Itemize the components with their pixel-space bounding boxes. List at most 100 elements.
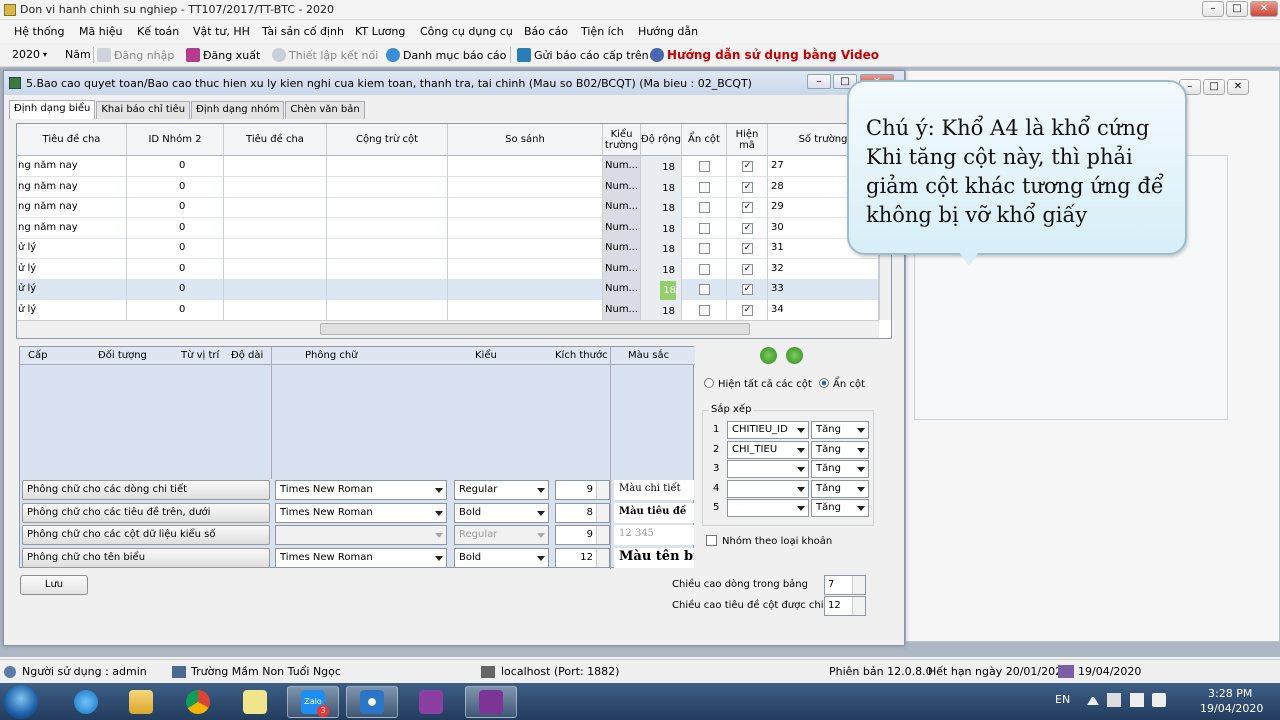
font-size-input[interactable]: 9 bbox=[555, 525, 610, 545]
menu-tien-ich[interactable]: Tiện ích bbox=[581, 25, 624, 38]
font-family-select[interactable] bbox=[275, 525, 447, 545]
show-code-checkbox[interactable]: ✓ bbox=[742, 222, 753, 234]
move-up-icon[interactable] bbox=[760, 347, 777, 364]
bg-close-button[interactable]: ✕ bbox=[1227, 79, 1249, 95]
show-code-checkbox[interactable]: ✓ bbox=[742, 263, 753, 275]
sort-field-select[interactable] bbox=[727, 460, 809, 478]
show-code-checkbox[interactable]: ✓ bbox=[742, 202, 753, 213]
sort-field-select[interactable] bbox=[727, 499, 809, 517]
hide-column-checkbox[interactable] bbox=[699, 202, 710, 213]
bg-maximize-button[interactable]: □ bbox=[1203, 79, 1225, 95]
show-code-checkbox[interactable]: ✓ bbox=[742, 181, 753, 193]
font-style-select[interactable]: Regular bbox=[454, 525, 549, 545]
show-code-checkbox[interactable]: ✓ bbox=[742, 284, 753, 295]
font-row-label[interactable]: Phông chữ cho các cột dữ liệu kiểu số bbox=[22, 525, 270, 545]
taskbar-chrome[interactable] bbox=[172, 686, 224, 718]
show-all-radio[interactable] bbox=[704, 378, 714, 388]
taskbar-ie[interactable] bbox=[60, 686, 112, 718]
taskbar-notes[interactable] bbox=[229, 686, 281, 718]
color-sample[interactable]: Màu tiêu đề bbox=[614, 502, 694, 523]
font-style-select[interactable]: Bold bbox=[454, 547, 549, 568]
sort-order-select[interactable]: Tăng bbox=[811, 440, 869, 459]
year-select[interactable]: 2020 ▾ bbox=[12, 48, 47, 61]
hide-column-checkbox[interactable] bbox=[699, 304, 710, 316]
table-row[interactable]: ng năm nay 0 Num... 18 ✓ 29 bbox=[17, 197, 879, 218]
sort-order-select[interactable]: Tăng bbox=[811, 479, 869, 498]
menu-bao-cao[interactable]: Báo cáo bbox=[524, 25, 568, 38]
col-header-add-sub[interactable]: Cộng trừ cột bbox=[327, 124, 448, 156]
logout-button[interactable]: Đăng xuất bbox=[186, 48, 260, 62]
maximize-button[interactable]: □ bbox=[1226, 1, 1248, 17]
font-family-select[interactable]: Times New Roman bbox=[275, 547, 447, 568]
show-code-checkbox[interactable]: ✓ bbox=[742, 161, 753, 172]
color-sample[interactable]: Màu chi tiết bbox=[614, 480, 694, 500]
font-style-select[interactable]: Bold bbox=[454, 502, 549, 523]
minimize-button[interactable]: – bbox=[1202, 1, 1224, 17]
login-button[interactable]: Đăng nhập bbox=[97, 48, 174, 62]
sort-order-select[interactable]: Tăng bbox=[811, 421, 869, 439]
row-height-input[interactable]: 7 bbox=[824, 575, 866, 595]
group-by-item-checkbox[interactable] bbox=[706, 535, 717, 546]
tab-chen-van-ban[interactable]: Chèn văn bản bbox=[285, 101, 365, 119]
sort-field-select[interactable] bbox=[727, 479, 809, 498]
taskbar-accounting-app[interactable] bbox=[346, 686, 398, 718]
font-row-label[interactable]: Phông chữ cho tên biểu bbox=[22, 547, 270, 568]
menu-vat-tu[interactable]: Vật tư, HH bbox=[193, 25, 250, 38]
col-header-parent-title-2[interactable]: Tiêu đề cha bbox=[224, 124, 327, 156]
font-family-select[interactable]: Times New Roman bbox=[275, 480, 447, 500]
menu-he-thong[interactable]: Hệ thống bbox=[14, 25, 65, 38]
table-row[interactable]: ử lý 0 Num... 18 ✓ 31 bbox=[17, 238, 879, 259]
col-header-show-code[interactable]: Hiện mã bbox=[727, 124, 768, 156]
header-height-input[interactable]: 12 bbox=[824, 596, 866, 616]
menu-huong-dan[interactable]: Hướng dẫn bbox=[638, 25, 698, 38]
font-row-label[interactable]: Phông chữ cho các dòng chi tiết bbox=[22, 480, 270, 500]
menu-cong-cu[interactable]: Công cụ dụng cụ bbox=[420, 25, 513, 38]
sort-order-select[interactable]: Tăng bbox=[811, 460, 869, 478]
menu-kt-luong[interactable]: KT Lương bbox=[355, 25, 405, 38]
action-center-icon[interactable] bbox=[1107, 693, 1121, 707]
col-header-compare[interactable]: So sánh bbox=[448, 124, 603, 156]
taskbar-explorer[interactable] bbox=[115, 686, 167, 718]
table-row[interactable]: ng năm nay 0 Num... 18 ✓ 28 bbox=[17, 176, 879, 198]
sort-order-select[interactable]: Tăng bbox=[811, 499, 869, 517]
sort-field-select[interactable]: CHI_TIEU bbox=[727, 440, 809, 459]
clock-date[interactable]: 19/04/2020 bbox=[1200, 702, 1263, 715]
video-guide-button[interactable]: Hướng dẫn sử dụng bằng Video bbox=[650, 48, 879, 62]
language-indicator[interactable]: EN bbox=[1055, 693, 1070, 706]
volume-icon[interactable] bbox=[1152, 693, 1166, 707]
font-size-input[interactable]: 8 bbox=[555, 502, 610, 523]
hide-column-checkbox[interactable] bbox=[699, 222, 710, 234]
dialog-minimize-button[interactable]: – bbox=[807, 74, 831, 89]
sort-field-select[interactable]: CHITIEU_ID bbox=[727, 421, 809, 439]
menu-ke-toan[interactable]: Kế toán bbox=[137, 25, 179, 38]
menu-ma-hieu[interactable]: Mã hiệu bbox=[79, 25, 123, 38]
send-report-button[interactable]: Gửi báo cáo cấp trên bbox=[517, 48, 649, 62]
table-row[interactable]: ng năm nay 0 Num... 18 ✓ 30 bbox=[17, 217, 879, 239]
font-size-input[interactable]: 12 bbox=[555, 547, 610, 568]
group-by-item-option[interactable]: Nhóm theo loại khoản bbox=[706, 535, 832, 547]
hide-columns-radio[interactable] bbox=[819, 378, 829, 388]
hide-column-checkbox[interactable] bbox=[699, 263, 710, 275]
clock-time[interactable]: 3:28 PM bbox=[1208, 687, 1252, 700]
network-tray-icon[interactable] bbox=[1130, 693, 1144, 707]
color-sample[interactable]: Màu tên biểu bbox=[614, 547, 694, 568]
col-header-width[interactable]: Độ rộng bbox=[641, 124, 682, 156]
col-header-id-group[interactable]: ID Nhóm 2 bbox=[127, 124, 224, 156]
tab-khai-bao-chi-tieu[interactable]: Khai báo chỉ tiêu bbox=[96, 101, 191, 119]
table-row[interactable]: ng năm nay 0 Num... 18 ✓ 27 bbox=[17, 156, 879, 177]
start-button[interactable] bbox=[4, 685, 38, 719]
hide-columns-option[interactable]: Ẩn cột bbox=[819, 378, 865, 390]
taskbar-zalo[interactable]: Zalo 3 bbox=[287, 686, 339, 718]
hide-column-checkbox[interactable] bbox=[699, 284, 710, 295]
table-row[interactable]: ử lý 0 Num... 18 ✓ 34 bbox=[17, 299, 879, 321]
tray-expand-icon[interactable] bbox=[1087, 695, 1099, 705]
col-header-field-type[interactable]: Kiểu trường bbox=[603, 124, 641, 156]
hide-column-checkbox[interactable] bbox=[699, 243, 710, 254]
hide-column-checkbox[interactable] bbox=[699, 181, 710, 193]
table-row[interactable]: ử lý 0 Num... 18 ✓ 32 bbox=[17, 258, 879, 280]
font-row-label[interactable]: Phông chữ cho các tiêu đề trên, dưới bbox=[22, 502, 270, 523]
tab-dinh-dang-bieu[interactable]: Định dạng biểu bbox=[9, 100, 96, 119]
taskbar-recorder[interactable] bbox=[405, 686, 457, 718]
taskbar-recorder-2[interactable] bbox=[465, 686, 517, 718]
col-header-hide[interactable]: Ẩn cột bbox=[682, 124, 727, 156]
